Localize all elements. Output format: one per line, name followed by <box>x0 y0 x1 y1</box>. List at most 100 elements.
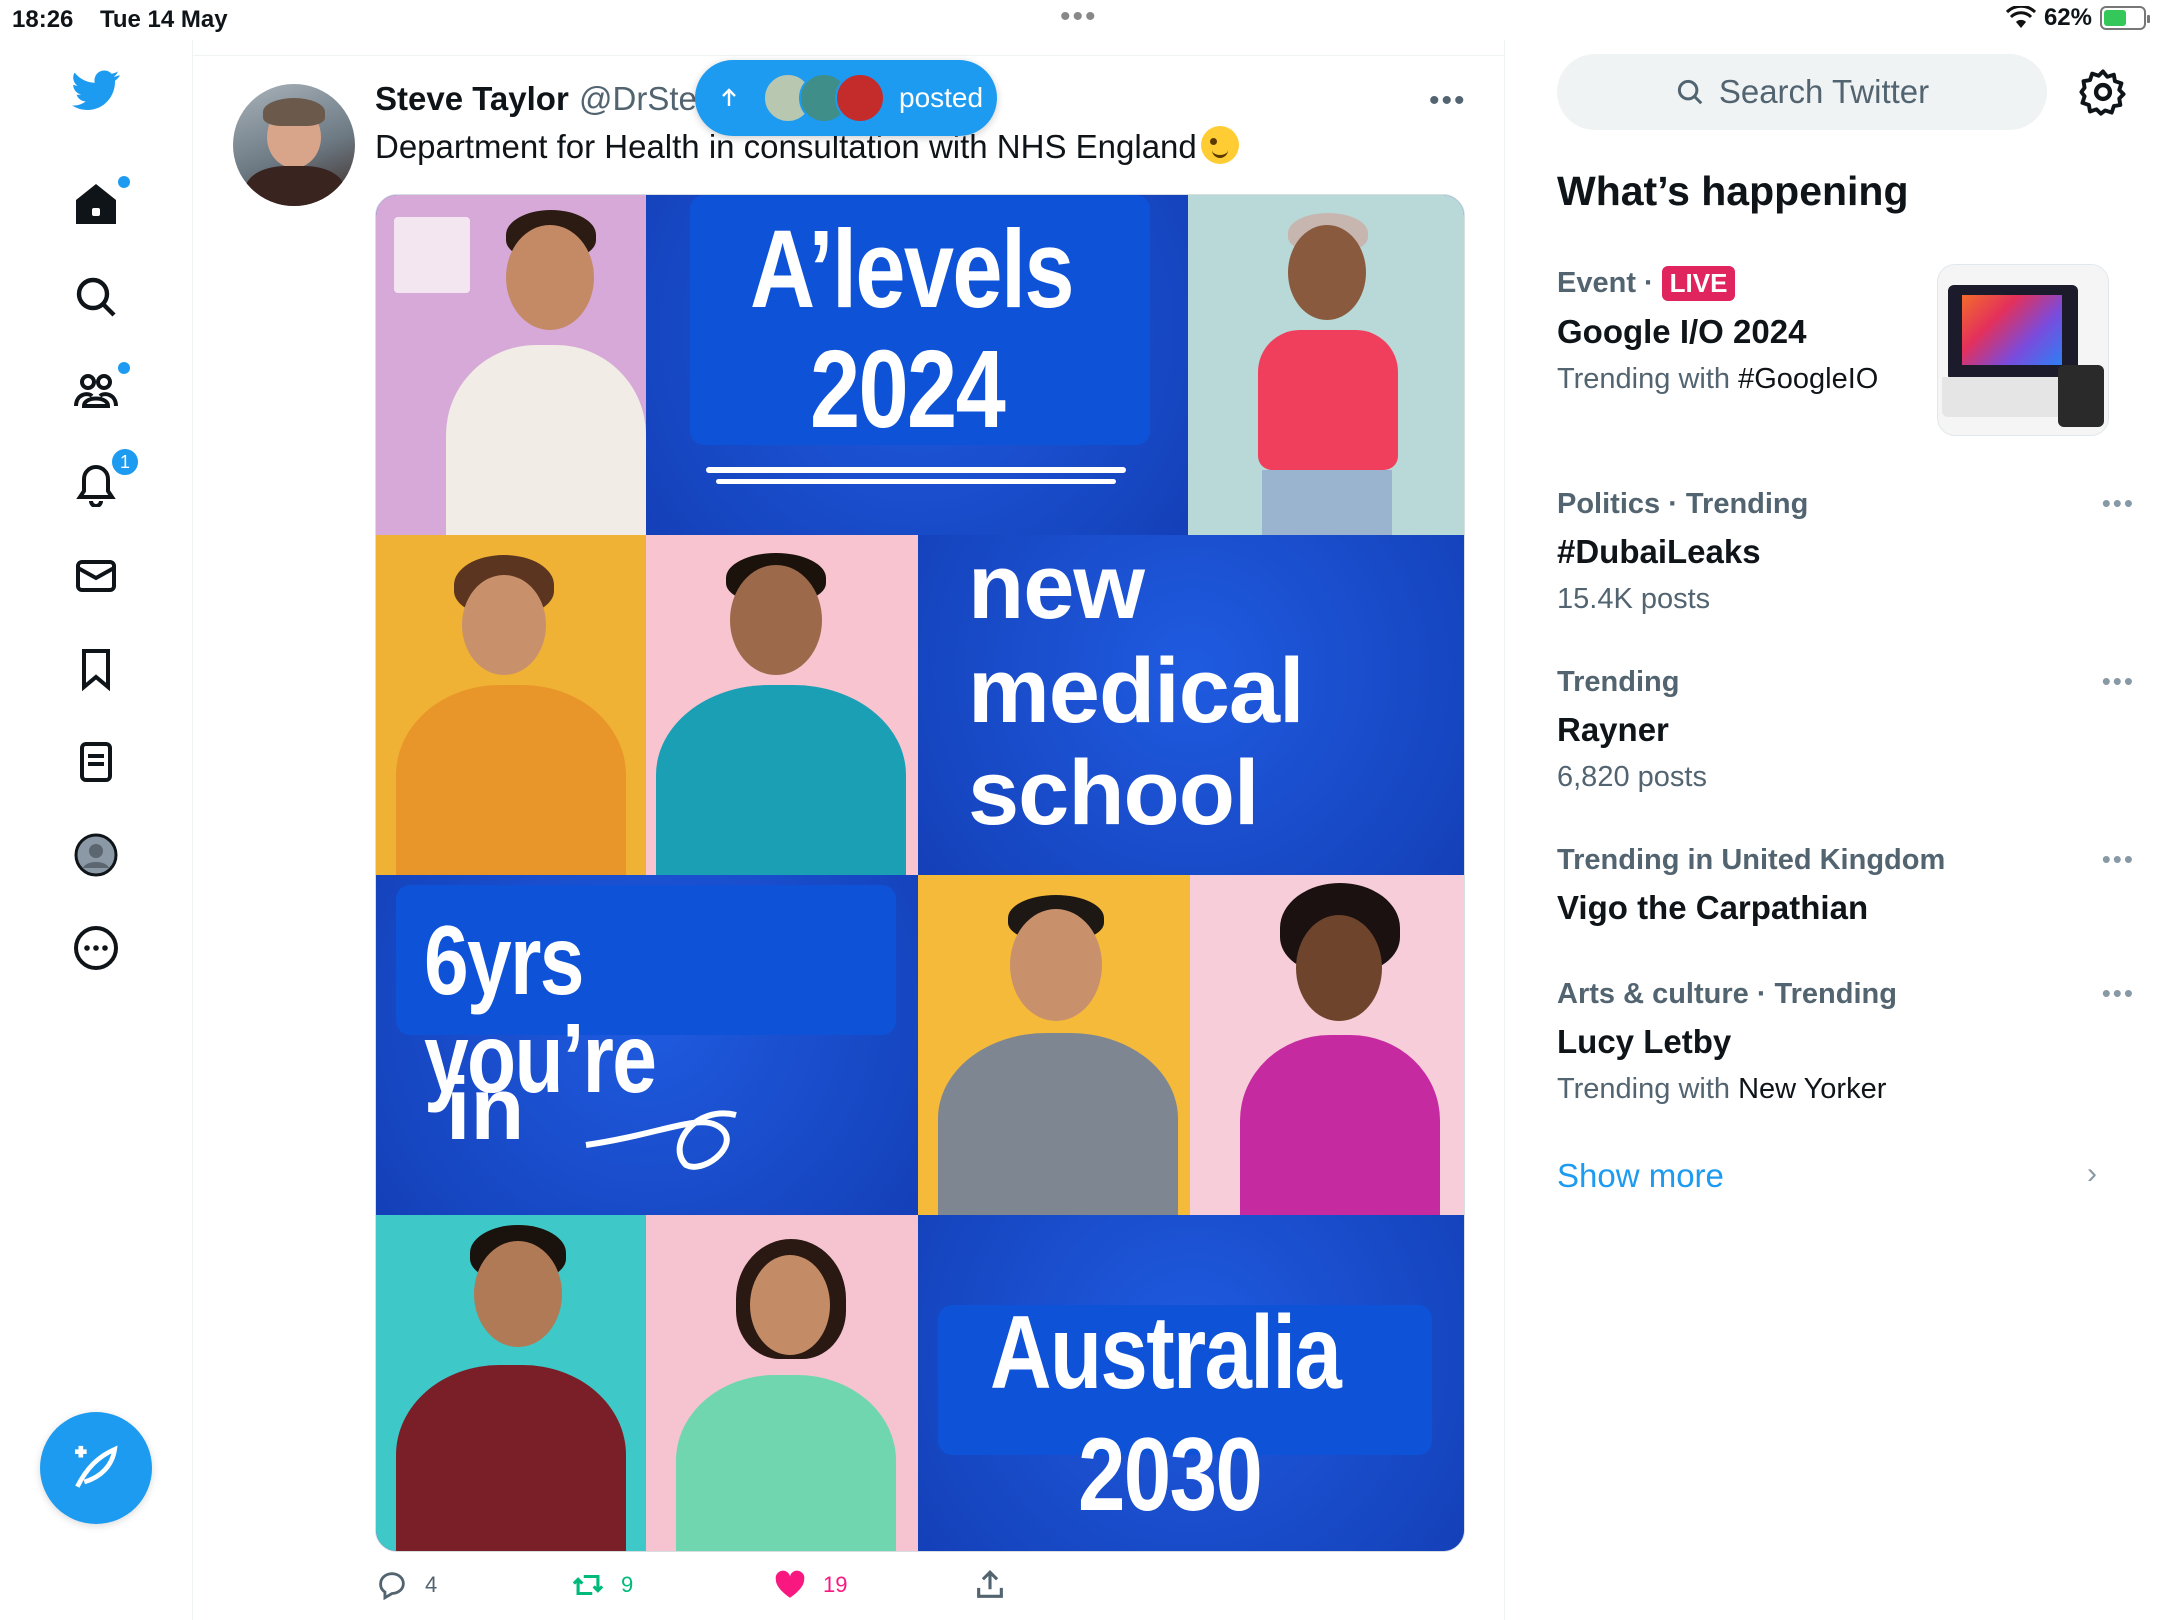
headline-alevels-tile: A’levels 2024 <box>646 195 1188 535</box>
photo-man-white-tshirt <box>376 195 646 535</box>
winking-emoji-icon <box>1200 126 1239 164</box>
new-posts-pill[interactable]: posted <box>695 60 997 136</box>
photo-man-maroon-tshirt <box>376 1215 646 1551</box>
twitter-logo-icon[interactable] <box>56 50 136 130</box>
reply-count: 4 <box>425 1572 438 1597</box>
headline-australia: Australia <box>990 1295 1342 1411</box>
communities-icon <box>74 374 118 408</box>
reply-icon <box>379 1572 405 1601</box>
headline-alevels: A’levels <box>750 208 1075 331</box>
trend-more-icon[interactable]: ••• <box>2102 844 2135 875</box>
profile-avatar-icon <box>74 833 118 877</box>
trend-sub-prefix: Trending with <box>1557 363 1731 395</box>
headline-school: school <box>968 742 1259 844</box>
retweet-icon <box>572 1574 604 1596</box>
photo-woman-magenta-top <box>1190 875 1464 1215</box>
nav-more[interactable] <box>56 908 136 988</box>
trend-post-count: 6,820 posts <box>1557 761 1707 793</box>
trend-item-vigo[interactable]: Trending in United Kingdom ••• Vigo the … <box>1557 844 2133 927</box>
author-avatar[interactable] <box>233 84 355 206</box>
like-count: 19 <box>823 1572 848 1597</box>
avatar-shirt <box>245 166 345 206</box>
trend-title: Vigo the Carpathian <box>1557 889 1869 926</box>
share-button[interactable] <box>973 1568 1007 1602</box>
nav-messages[interactable] <box>56 536 136 616</box>
nav-home[interactable] <box>56 164 136 244</box>
chevron-right-icon[interactable]: › <box>2087 1157 2097 1191</box>
pill-avatar-3 <box>835 73 885 123</box>
retweet-count: 9 <box>621 1572 634 1597</box>
photo-woman-mint-hoodie <box>646 1215 918 1551</box>
headline-6yrs-tile: 6yrs you’re in <box>376 875 918 1215</box>
headline-2024: 2024 <box>810 328 1006 451</box>
trend-more-icon[interactable]: ••• <box>2102 666 2135 697</box>
headline-medical-tile: new medical school <box>918 535 1464 875</box>
event-thumbnail-image[interactable] <box>1937 264 2109 436</box>
photo-woman-pink-top <box>1188 195 1464 535</box>
photo-man-grey-shirt <box>918 875 1190 1215</box>
tweet-actions: 4 9 19 <box>375 1568 1465 1608</box>
battery-icon <box>2100 6 2150 30</box>
nav-lists[interactable] <box>56 722 136 802</box>
photo-man-teal-hoodie <box>646 535 918 875</box>
tweet-media-image[interactable]: A’levels 2024 new medical school 6yrs yo… <box>375 194 1465 1552</box>
trend-item-lucy-letby[interactable]: Arts & culture · Trending ••• Lucy Letby… <box>1557 978 2133 1106</box>
left-navigation: 1 <box>0 40 193 1620</box>
trend-sub-hashtag[interactable]: #GoogleIO <box>1738 363 1878 395</box>
heart-icon <box>775 1570 805 1598</box>
trend-category: Politics · Trending <box>1557 488 1809 520</box>
arrow-up-icon <box>722 88 736 106</box>
trend-sub-value[interactable]: New Yorker <box>1738 1073 1886 1105</box>
timeline: Steve Taylor @DrSte ••• Department for H… <box>193 40 1505 1620</box>
trend-category: Trending <box>1557 666 1680 698</box>
compose-feather-icon <box>75 1445 118 1488</box>
headline-new: new <box>968 536 1145 638</box>
headline-in: in <box>446 1059 525 1158</box>
trend-more-icon[interactable]: ••• <box>2102 978 2135 1009</box>
nav-notifications[interactable]: 1 <box>56 443 140 523</box>
nav-explore[interactable] <box>56 257 136 337</box>
search-input[interactable]: Search Twitter <box>1557 54 2047 130</box>
trend-post-count: 15.4K posts <box>1557 583 1711 615</box>
share-icon <box>977 1570 1003 1598</box>
author-handle[interactable]: @DrSte <box>579 80 697 118</box>
swirl-arrow-decoration <box>585 1110 737 1170</box>
show-more-link[interactable]: Show more <box>1557 1157 1724 1195</box>
mail-icon <box>76 560 116 592</box>
notifications-badge: 1 <box>110 447 140 477</box>
retweet-button[interactable]: 9 <box>571 1568 633 1602</box>
more-circle-icon <box>74 926 118 970</box>
author-name[interactable]: Steve Taylor <box>375 80 569 118</box>
home-icon <box>76 184 116 224</box>
trend-sub-prefix: Trending with <box>1557 1073 1731 1105</box>
compose-tweet-button[interactable] <box>40 1412 152 1524</box>
like-button[interactable]: 19 <box>773 1568 847 1602</box>
bookmark-icon <box>82 649 110 692</box>
posted-label: posted <box>899 82 984 113</box>
trend-title: Lucy Letby <box>1557 1023 1732 1060</box>
royal-crest-icon <box>394 217 470 293</box>
right-sidebar: Search Twitter What’s happening Event · … <box>1505 40 2160 1620</box>
avatar-hair <box>263 98 325 126</box>
communities-new-dot <box>118 362 130 374</box>
trend-item-rayner[interactable]: Trending ••• Rayner 6,820 posts <box>1557 666 2133 794</box>
search-icon <box>76 277 116 317</box>
headline-2030: 2030 <box>1078 1417 1263 1533</box>
trend-category: Event <box>1557 267 1636 299</box>
trend-item-dubaileaks[interactable]: Politics · Trending ••• #DubaiLeaks 15.4… <box>1557 488 2133 616</box>
search-placeholder: Search Twitter <box>1718 73 1930 110</box>
nav-profile[interactable] <box>56 815 136 895</box>
search-icon <box>1677 79 1703 105</box>
trend-more-icon[interactable]: ••• <box>2102 488 2135 519</box>
settings-gear-icon[interactable] <box>2077 66 2129 118</box>
reply-button[interactable]: 4 <box>375 1568 437 1602</box>
trend-title: #DubaiLeaks <box>1557 533 1761 570</box>
nav-communities[interactable] <box>56 350 136 430</box>
headline-australia-tile: Australia 2030 <box>918 1215 1464 1551</box>
whats-happening-heading: What’s happening <box>1557 168 1909 214</box>
nav-bookmarks[interactable] <box>56 629 136 709</box>
trend-category: Arts & culture · Trending <box>1557 978 1897 1010</box>
wifi-icon <box>2005 6 2036 28</box>
battery-fill <box>2104 10 2127 26</box>
tweet-more-icon[interactable]: ••• <box>1429 84 1467 118</box>
